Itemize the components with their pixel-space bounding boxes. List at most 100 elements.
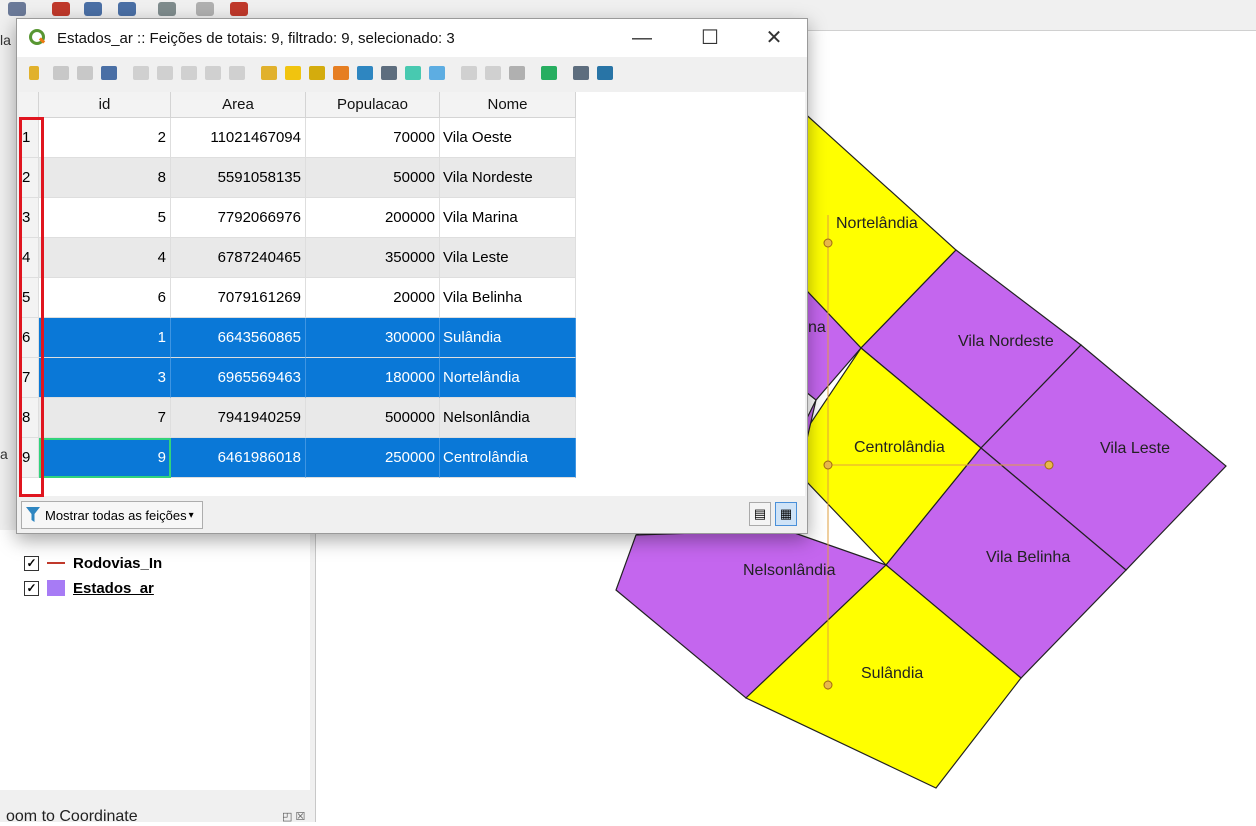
cell-populacao[interactable]: 500000 xyxy=(306,398,440,438)
cell-id[interactable]: 2 xyxy=(39,118,171,158)
pan-to-selected-icon[interactable] xyxy=(405,66,421,80)
cell-nome[interactable]: Nortelândia xyxy=(440,358,576,398)
form-view-icon[interactable]: ▤ xyxy=(749,502,771,526)
multi-edit-icon[interactable] xyxy=(53,66,69,80)
dock-fragment: la xyxy=(0,32,11,48)
actions-icon[interactable] xyxy=(573,66,589,80)
cell-nome[interactable]: Nelsonlândia xyxy=(440,398,576,438)
maximize-button[interactable]: ☐ xyxy=(687,19,733,57)
cell-id[interactable]: 8 xyxy=(39,158,171,198)
deselect-icon[interactable] xyxy=(333,66,349,80)
table-row[interactable]: 2 8 5591058135 50000 Vila Nordeste xyxy=(19,158,576,198)
cell-nome[interactable]: Vila Nordeste xyxy=(440,158,576,198)
delete-feature-icon[interactable] xyxy=(157,66,173,80)
table-row[interactable]: 5 6 7079161269 20000 Vila Belinha xyxy=(19,278,576,318)
expression-select-icon[interactable] xyxy=(261,66,277,80)
zoom-selection-icon[interactable] xyxy=(230,2,248,16)
panel-float-close-icons[interactable]: ◰ ☒ xyxy=(282,810,305,823)
reload-icon[interactable] xyxy=(101,66,117,80)
cell-id[interactable]: 7 xyxy=(39,398,171,438)
column-header-area[interactable]: Area xyxy=(171,92,306,118)
cell-populacao[interactable]: 20000 xyxy=(306,278,440,318)
filter-funnel-icon xyxy=(26,507,40,522)
cell-area[interactable]: 6965569463 xyxy=(171,358,306,398)
invert-selection-icon[interactable] xyxy=(309,66,325,80)
cell-populacao[interactable]: 300000 xyxy=(306,318,440,358)
filter-selected-icon[interactable] xyxy=(357,66,373,80)
cell-nome[interactable]: Vila Oeste xyxy=(440,118,576,158)
cell-populacao[interactable]: 180000 xyxy=(306,358,440,398)
cell-populacao[interactable]: 350000 xyxy=(306,238,440,278)
close-button[interactable]: ✕ xyxy=(751,19,797,57)
column-header-id[interactable]: id xyxy=(39,92,171,118)
dock-fragment: a xyxy=(0,446,8,462)
copy-icon[interactable] xyxy=(205,66,221,80)
cell-populacao[interactable]: 70000 xyxy=(306,118,440,158)
table-row[interactable]: 3 5 7792066976 200000 Vila Marina xyxy=(19,198,576,238)
window-titlebar[interactable]: Estados_ar :: Feições de totais: 9, filt… xyxy=(17,19,807,57)
cell-populacao[interactable]: 200000 xyxy=(306,198,440,238)
cell-populacao[interactable]: 250000 xyxy=(306,438,440,478)
cell-area[interactable]: 7941940259 xyxy=(171,398,306,438)
layer-item-estados[interactable]: ✓ Estados_ar xyxy=(24,577,154,599)
table-row[interactable]: 6 1 6643560865 300000 Sulândia xyxy=(19,318,576,358)
cell-nome[interactable]: Vila Leste xyxy=(440,238,576,278)
table-row[interactable]: 9 9 6461986018 250000 Centrolândia xyxy=(19,438,576,478)
column-header-populacao[interactable]: Populacao xyxy=(306,92,440,118)
select-all-icon[interactable] xyxy=(285,66,301,80)
qgis-logo-icon xyxy=(29,29,46,45)
polygon-symbol-icon xyxy=(47,580,65,596)
cell-nome[interactable]: Vila Marina xyxy=(440,198,576,238)
cell-area[interactable]: 5591058135 xyxy=(171,158,306,198)
zoom-full-icon[interactable] xyxy=(158,2,176,16)
cell-area[interactable]: 6643560865 xyxy=(171,318,306,358)
chevron-down-icon: ▾ xyxy=(188,509,194,521)
table-view-icon[interactable]: ▦ xyxy=(775,502,797,526)
cell-id[interactable]: 6 xyxy=(39,278,171,318)
minimize-button[interactable]: — xyxy=(619,19,665,57)
delete-field-icon[interactable] xyxy=(485,66,501,80)
zoom-layer-icon[interactable] xyxy=(196,2,214,16)
layer-checkbox[interactable]: ✓ xyxy=(24,580,39,596)
pan-icon[interactable] xyxy=(52,2,70,16)
cell-id[interactable]: 1 xyxy=(39,318,171,358)
cell-nome[interactable]: Centrolândia xyxy=(440,438,576,478)
cell-area[interactable]: 11021467094 xyxy=(171,118,306,158)
table-row[interactable]: 1 2 11021467094 70000 Vila Oeste xyxy=(19,118,576,158)
conditional-format-icon[interactable] xyxy=(541,66,557,80)
zoom-in-icon[interactable] xyxy=(84,2,102,16)
table-row[interactable]: 7 3 6965569463 180000 Nortelândia xyxy=(19,358,576,398)
cell-id[interactable]: 9 xyxy=(39,438,171,478)
paste-icon[interactable] xyxy=(229,66,245,80)
cell-area[interactable]: 7079161269 xyxy=(171,278,306,318)
attribute-bottom-bar: Mostrar todas as feições ▾ ▤ ▦ xyxy=(17,497,807,533)
layer-checkbox[interactable]: ✓ xyxy=(24,555,39,571)
cut-icon[interactable] xyxy=(181,66,197,80)
zoom-to-selected-icon[interactable] xyxy=(429,66,445,80)
zoom-out-icon[interactable] xyxy=(118,2,136,16)
cell-nome[interactable]: Sulândia xyxy=(440,318,576,358)
cell-populacao[interactable]: 50000 xyxy=(306,158,440,198)
toolbar-icon[interactable] xyxy=(8,2,26,16)
cell-area[interactable]: 7792066976 xyxy=(171,198,306,238)
attribute-table[interactable]: id Area Populacao Nome 1 2 11021467094 7000… xyxy=(19,92,805,496)
cell-nome[interactable]: Vila Belinha xyxy=(440,278,576,318)
new-field-icon[interactable] xyxy=(461,66,477,80)
cell-id[interactable]: 3 xyxy=(39,358,171,398)
cell-area[interactable]: 6461986018 xyxy=(171,438,306,478)
cell-area[interactable]: 6787240465 xyxy=(171,238,306,278)
layer-item-rodovias[interactable]: ✓ Rodovias_In xyxy=(24,552,162,574)
move-selection-top-icon[interactable] xyxy=(381,66,397,80)
table-row[interactable]: 4 4 6787240465 350000 Vila Leste xyxy=(19,238,576,278)
edit-pencil-icon[interactable] xyxy=(29,66,39,80)
save-edits-icon[interactable] xyxy=(77,66,93,80)
cell-id[interactable]: 4 xyxy=(39,238,171,278)
add-feature-icon[interactable] xyxy=(133,66,149,80)
map-label-nelsonlandia: Nelsonlândia xyxy=(743,562,836,579)
table-row[interactable]: 8 7 7941940259 500000 Nelsonlândia xyxy=(19,398,576,438)
dock-icon[interactable] xyxy=(597,66,613,80)
field-calculator-icon[interactable] xyxy=(509,66,525,80)
show-all-features-button[interactable]: Mostrar todas as feições ▾ xyxy=(21,501,203,529)
cell-id[interactable]: 5 xyxy=(39,198,171,238)
column-header-nome[interactable]: Nome xyxy=(440,92,576,118)
